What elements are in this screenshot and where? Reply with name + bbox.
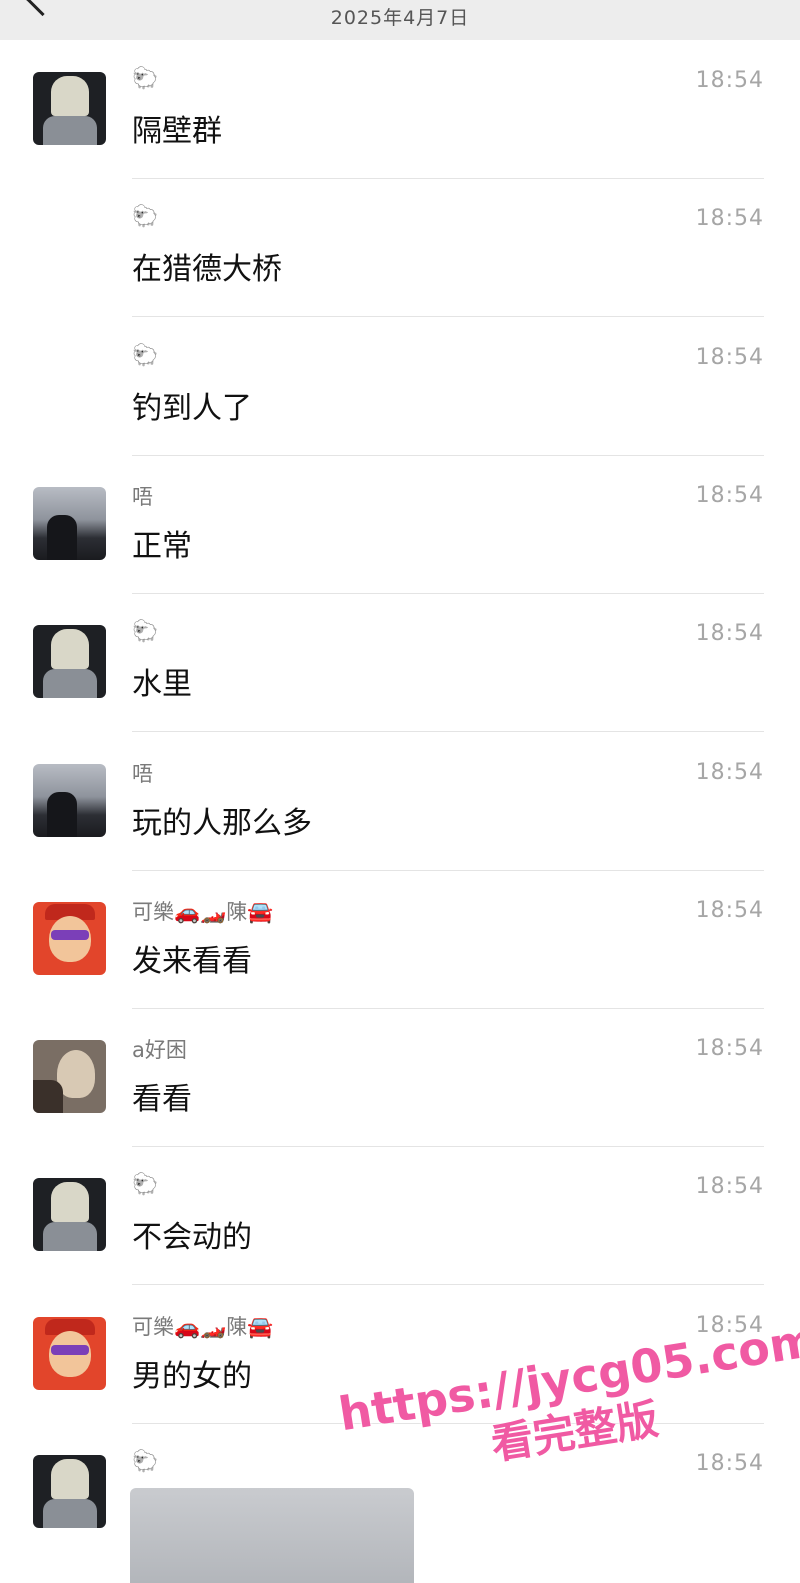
sender-name[interactable]: 可樂🚗🏎️陳🚘: [132, 896, 273, 926]
avatar[interactable]: [33, 486, 106, 560]
header-date: 2025年4月7日: [330, 7, 470, 29]
image-message-thumbnail[interactable]: [130, 1488, 414, 1583]
message-row[interactable]: 🐑 18:54 钓到人了: [0, 317, 800, 456]
message-row[interactable]: 🐑 18:54 水里: [0, 593, 800, 733]
sender-name[interactable]: 🐑: [132, 1172, 158, 1197]
message-text[interactable]: 隔壁群: [132, 106, 222, 150]
avatar[interactable]: [33, 901, 106, 975]
avatar[interactable]: [33, 625, 106, 699]
avatar-body: [43, 116, 97, 145]
avatar-figure: [47, 514, 77, 560]
sender-name[interactable]: a好困: [132, 1034, 187, 1064]
avatar-figure: [47, 791, 77, 837]
avatar-body: [43, 1222, 97, 1252]
message-text[interactable]: 玩的人那么多: [132, 798, 312, 842]
message-time: 18:54: [695, 1451, 764, 1476]
sender-name[interactable]: 🐑: [132, 66, 158, 91]
message-row[interactable]: 🐑 18:54 在猎德大桥: [0, 178, 800, 318]
avatar-hair: [51, 1459, 89, 1499]
chat-header: 2025年4月7日: [0, 0, 800, 40]
avatar[interactable]: [33, 1178, 106, 1252]
avatar-hair: [51, 76, 89, 116]
message-text[interactable]: 水里: [132, 659, 192, 703]
message-text[interactable]: 正常: [132, 521, 192, 565]
avatar[interactable]: [33, 763, 106, 837]
message-row[interactable]: 唔 18:54 正常: [0, 455, 800, 594]
avatar-glasses: [51, 1344, 89, 1355]
message-row[interactable]: 唔 18:54 玩的人那么多: [0, 732, 800, 871]
avatar-body: [43, 669, 97, 699]
message-time: 18:54: [695, 621, 764, 647]
avatar-hand: [33, 1080, 63, 1114]
sender-name[interactable]: 唔: [132, 481, 153, 511]
avatar-body: [43, 1499, 97, 1528]
message-row[interactable]: 🐑 18:54 不会动的: [0, 1146, 800, 1286]
message-text[interactable]: 钓到人了: [132, 383, 252, 427]
sender-name[interactable]: 唔: [132, 758, 153, 788]
avatar[interactable]: [33, 72, 106, 145]
sender-name[interactable]: 可樂🚗🏎️陳🚘: [132, 1311, 273, 1341]
sender-name[interactable]: 🐑: [132, 1449, 158, 1474]
message-row[interactable]: a好困 18:54 看看: [0, 1008, 800, 1148]
message-text[interactable]: 男的女的: [132, 1351, 252, 1395]
message-time: 18:54: [695, 206, 764, 232]
sender-name[interactable]: 🐑: [132, 204, 158, 229]
message-row[interactable]: 可樂🚗🏎️陳🚘 18:54 发来看看: [0, 870, 800, 1009]
message-text[interactable]: 发来看看: [132, 936, 252, 980]
avatar-hair: [51, 629, 89, 670]
message-time: 18:54: [695, 897, 764, 923]
message-text[interactable]: 看看: [132, 1074, 192, 1118]
message-text[interactable]: 在猎德大桥: [132, 244, 282, 288]
avatar-hair: [51, 1182, 89, 1223]
avatar[interactable]: [33, 1316, 106, 1390]
message-time: 18:54: [695, 1174, 764, 1200]
message-time: 18:54: [695, 344, 764, 370]
avatar[interactable]: [33, 1455, 106, 1528]
avatar[interactable]: [33, 1040, 106, 1114]
message-time: 18:54: [695, 759, 764, 785]
sender-name[interactable]: 🐑: [132, 619, 158, 644]
message-time: 18:54: [695, 1036, 764, 1062]
message-time: 18:54: [695, 68, 764, 93]
message-row[interactable]: 🐑 18:54 隔壁群: [0, 40, 800, 179]
sender-name[interactable]: 🐑: [132, 343, 158, 368]
message-time: 18:54: [695, 482, 764, 508]
message-text[interactable]: 不会动的: [132, 1212, 252, 1256]
avatar-glasses: [51, 929, 89, 940]
